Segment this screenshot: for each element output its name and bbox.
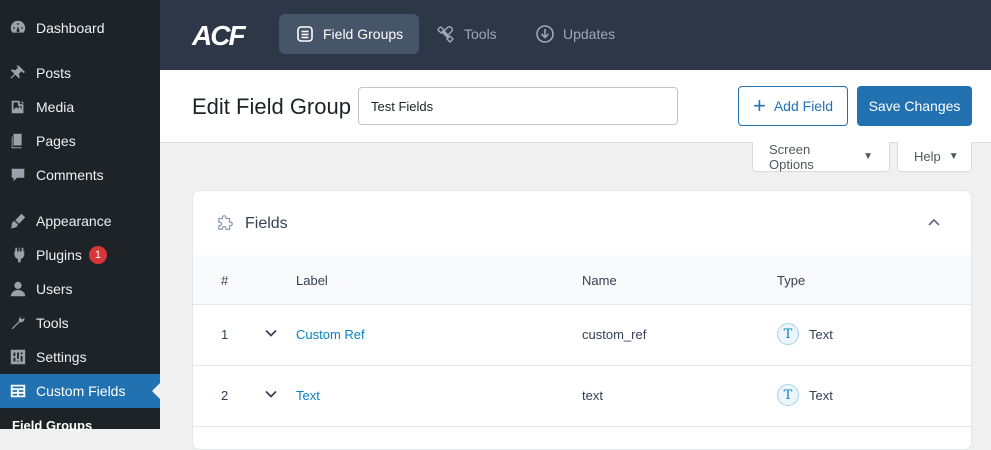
help-label: Help bbox=[914, 149, 941, 164]
puzzle-icon bbox=[218, 215, 233, 230]
pin-icon bbox=[0, 64, 36, 82]
user-icon bbox=[0, 280, 36, 298]
text-type-icon: T bbox=[777, 384, 799, 406]
sidebar-item-label: Appearance bbox=[36, 213, 112, 229]
field-label-link[interactable]: Custom Ref bbox=[296, 327, 365, 342]
dashboard-icon bbox=[0, 19, 36, 37]
page-title: Edit Field Group bbox=[192, 94, 351, 119]
tab-label: Tools bbox=[464, 26, 497, 42]
chevron-down-icon[interactable] bbox=[265, 327, 277, 339]
plugin-icon bbox=[0, 246, 36, 264]
acf-topbar: ACF Field Groups Tools Updates bbox=[160, 0, 991, 70]
field-groups-icon bbox=[297, 26, 313, 42]
sidebar-item-label: Settings bbox=[36, 349, 87, 365]
field-row[interactable]: 1 Custom Ref custom_ref T Text bbox=[193, 305, 971, 366]
field-name: text bbox=[582, 388, 603, 403]
sidebar-item-comments[interactable]: Comments bbox=[0, 158, 160, 192]
sidebar-item-posts[interactable]: Posts bbox=[0, 56, 160, 90]
fields-panel: Fields # Label Name Type 1 Custom Ref cu… bbox=[192, 190, 972, 450]
field-type-label: Text bbox=[809, 326, 833, 342]
sidebar-item-label: Dashboard bbox=[36, 20, 105, 36]
sidebar-item-label: Comments bbox=[36, 167, 104, 183]
media-icon bbox=[0, 98, 36, 116]
screen-options-label: Screen Options bbox=[769, 141, 814, 172]
sidebar-item-label: Custom Fields bbox=[36, 383, 126, 399]
help-button[interactable]: Help ▼ bbox=[897, 142, 972, 172]
plus-icon: + bbox=[752, 93, 766, 118]
wrench-icon bbox=[0, 314, 36, 332]
field-type: T Text bbox=[777, 384, 833, 406]
sidebar-item-label: Media bbox=[36, 99, 75, 115]
add-field-button[interactable]: + Add Field bbox=[738, 86, 848, 126]
column-header-order: # bbox=[221, 273, 229, 288]
settings-icon bbox=[0, 348, 36, 366]
sidebar-item-tools[interactable]: Tools bbox=[0, 306, 160, 340]
tab-tools[interactable]: Tools bbox=[420, 14, 513, 54]
caret-down-icon: ▼ bbox=[948, 151, 959, 162]
field-type-label: Text bbox=[809, 387, 833, 403]
field-label-link[interactable]: Text bbox=[296, 388, 320, 403]
submenu-item-field-groups[interactable]: Field Groups bbox=[12, 418, 92, 433]
sidebar-item-settings[interactable]: Settings bbox=[0, 340, 160, 374]
field-type: T Text bbox=[777, 323, 833, 345]
sidebar-item-media[interactable]: Media bbox=[0, 90, 160, 124]
sidebar-item-dashboard[interactable]: Dashboard bbox=[0, 11, 160, 45]
fields-table-header: # Label Name Type bbox=[193, 255, 971, 305]
tab-updates[interactable]: Updates bbox=[519, 14, 631, 54]
table-icon bbox=[0, 382, 36, 400]
field-group-title-input[interactable] bbox=[358, 87, 678, 125]
admin-sidebar: Dashboard Posts Media Pages Comments App… bbox=[0, 0, 160, 433]
caret-down-icon: ▼ bbox=[863, 151, 873, 162]
column-header-type: Type bbox=[777, 273, 806, 288]
add-field-label: Add Field bbox=[773, 98, 833, 114]
chevron-down-icon[interactable] bbox=[265, 388, 277, 400]
tab-label: Updates bbox=[563, 26, 616, 42]
column-header-label: Label bbox=[296, 273, 328, 288]
sidebar-item-pages[interactable]: Pages bbox=[0, 124, 160, 158]
panel-title: Fields bbox=[245, 215, 288, 232]
acf-logo: ACF bbox=[192, 20, 246, 51]
column-header-name: Name bbox=[582, 273, 617, 288]
plugin-update-count-badge: 1 bbox=[88, 246, 107, 264]
field-order: 2 bbox=[221, 388, 229, 403]
sidebar-item-custom-fields[interactable]: Custom Fields bbox=[0, 374, 160, 408]
pages-icon bbox=[0, 132, 36, 150]
field-name: custom_ref bbox=[582, 327, 647, 342]
sidebar-item-appearance[interactable]: Appearance bbox=[0, 204, 160, 238]
chevron-up-icon[interactable] bbox=[927, 215, 941, 229]
save-changes-button[interactable]: Save Changes bbox=[857, 86, 972, 126]
sidebar-item-label: Posts bbox=[36, 65, 72, 81]
sidebar-item-plugins[interactable]: Plugins 1 bbox=[0, 238, 160, 272]
fields-panel-header[interactable]: Fields bbox=[193, 191, 971, 256]
sidebar-item-label: Users bbox=[36, 281, 73, 297]
field-row[interactable]: 2 Text text T Text bbox=[193, 366, 971, 427]
brush-icon bbox=[0, 212, 36, 230]
field-group-header: Edit Field Group + Add Field Save Change… bbox=[160, 70, 991, 143]
sidebar-item-label: Pages bbox=[36, 133, 76, 149]
comment-icon bbox=[0, 166, 36, 184]
field-order: 1 bbox=[221, 327, 229, 342]
tools-icon bbox=[437, 26, 454, 43]
sidebar-item-users[interactable]: Users bbox=[0, 272, 160, 306]
text-type-icon: T bbox=[777, 323, 799, 345]
screen-options-button[interactable]: Screen Options ▼ bbox=[752, 142, 890, 172]
tab-label: Field Groups bbox=[323, 26, 404, 42]
updates-icon bbox=[536, 25, 554, 43]
tab-field-groups[interactable]: Field Groups bbox=[279, 14, 420, 54]
sidebar-item-label: Plugins bbox=[36, 247, 82, 263]
sidebar-item-label: Tools bbox=[36, 315, 69, 331]
